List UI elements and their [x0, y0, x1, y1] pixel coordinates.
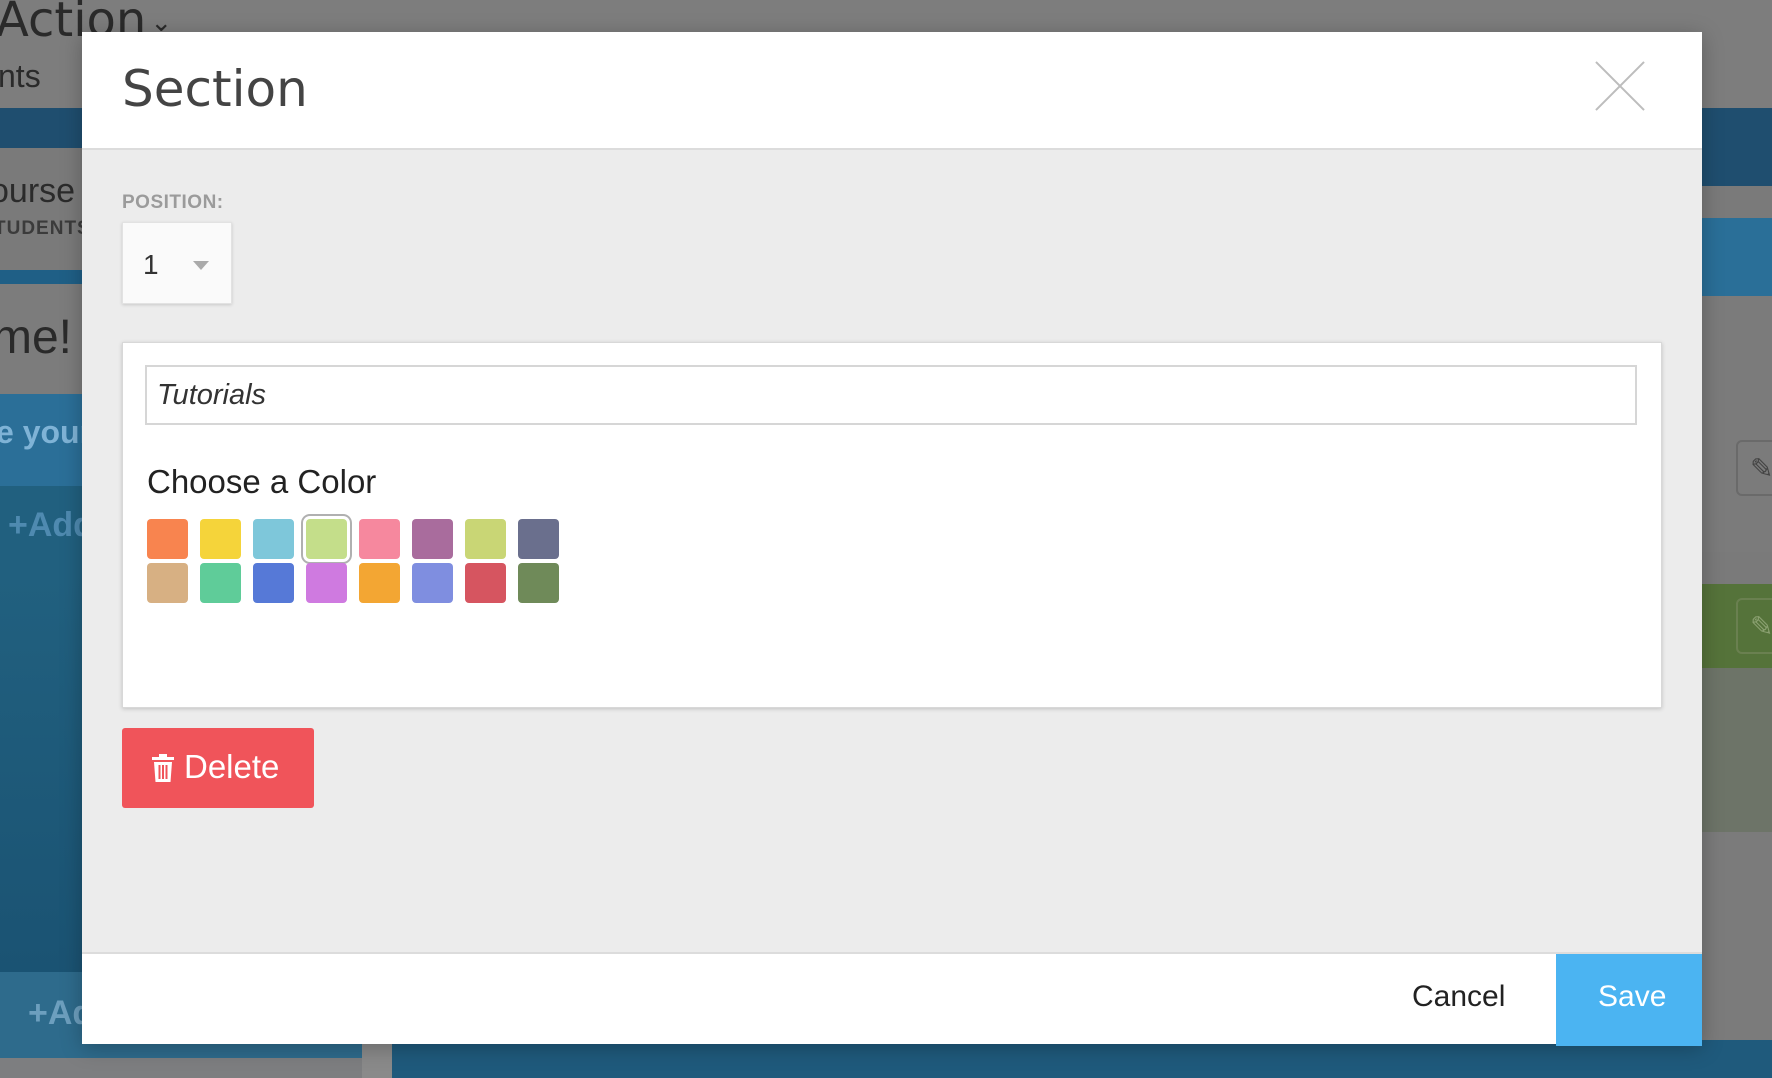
- trash-icon: [152, 754, 174, 782]
- color-swatch[interactable]: [465, 563, 506, 603]
- save-button[interactable]: Save: [1556, 954, 1702, 1046]
- modal-footer: Cancel Save: [82, 952, 1702, 1046]
- color-swatch[interactable]: [147, 519, 188, 559]
- background-right-block: [1700, 832, 1772, 1040]
- background-welcome-text: me!: [0, 311, 73, 364]
- color-swatch[interactable]: [147, 563, 188, 603]
- background-edit-button-2: ✎: [1736, 598, 1772, 654]
- background-right-block: [1700, 108, 1772, 186]
- close-icon[interactable]: [1592, 58, 1648, 114]
- modal-header: Section: [82, 32, 1702, 150]
- color-swatch[interactable]: [412, 563, 453, 603]
- color-swatch[interactable]: [359, 563, 400, 603]
- background-add-button: +Add: [0, 486, 94, 576]
- pencil-icon: ✎: [1750, 611, 1772, 642]
- background-divider: [362, 1040, 392, 1078]
- background-banner-text: e your: [0, 414, 93, 450]
- delete-button[interactable]: Delete: [122, 728, 314, 808]
- background-section-body: [1700, 668, 1772, 832]
- position-label: POSITION:: [122, 192, 224, 213]
- background-right-block: [1700, 296, 1772, 552]
- background-right-block: [1700, 186, 1772, 218]
- color-swatch[interactable]: [412, 519, 453, 559]
- color-swatch[interactable]: [359, 519, 400, 559]
- background-right-block: [1700, 218, 1772, 296]
- color-swatch[interactable]: [306, 519, 347, 559]
- cancel-button[interactable]: Cancel: [1412, 980, 1505, 1014]
- position-value: 1: [143, 249, 159, 280]
- save-label: Save: [1598, 980, 1667, 1013]
- color-swatch[interactable]: [306, 563, 347, 603]
- color-swatch[interactable]: [253, 563, 294, 603]
- background-course-title: ourse l: [0, 172, 93, 210]
- background-strip: [0, 108, 82, 148]
- color-swatch[interactable]: [253, 519, 294, 559]
- section-modal: Section POSITION: 1 Choose a Color Delet…: [82, 32, 1702, 1046]
- pencil-icon: ✎: [1750, 453, 1772, 484]
- color-swatch[interactable]: [518, 563, 559, 603]
- background-banner: e your: [0, 394, 92, 486]
- delete-label: Delete: [184, 748, 280, 785]
- background-right-block: [1700, 552, 1772, 584]
- background-students-label: TUDENTS: [0, 218, 91, 239]
- color-swatch[interactable]: [465, 519, 506, 559]
- modal-title: Section: [122, 60, 308, 118]
- position-select[interactable]: 1: [122, 222, 232, 304]
- caret-down-icon: [193, 261, 209, 270]
- background-subtitle: nts: [0, 58, 41, 94]
- color-swatch[interactable]: [518, 519, 559, 559]
- background-bar: [0, 270, 82, 284]
- choose-color-label: Choose a Color: [147, 463, 377, 500]
- background-column: [0, 576, 82, 996]
- section-panel: Choose a Color: [122, 342, 1662, 708]
- color-swatch[interactable]: [200, 563, 241, 603]
- background-edit-button: ✎: [1736, 440, 1772, 496]
- background-right-block: [1700, 0, 1772, 108]
- color-swatch[interactable]: [200, 519, 241, 559]
- background-welcome: me!: [0, 284, 82, 394]
- section-name-input[interactable]: [145, 365, 1637, 425]
